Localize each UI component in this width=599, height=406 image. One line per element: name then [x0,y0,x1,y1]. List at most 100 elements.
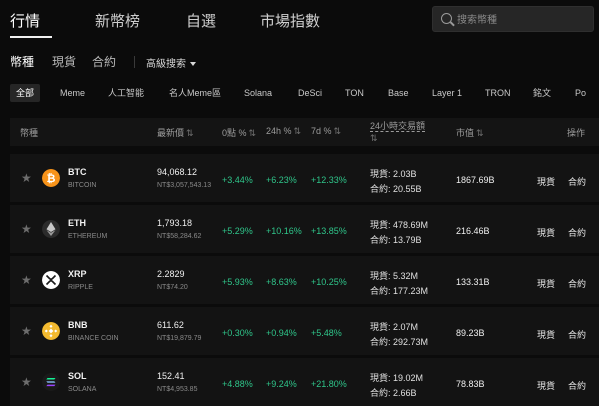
futures-volume-value: 2.66B [393,388,417,398]
coin-symbol: BNB [68,320,88,330]
spot-trade-link[interactable]: 現貨 [537,277,555,290]
spot-volume-prefix: 現貨: [370,271,391,281]
chip-all[interactable]: 全部 [10,84,41,102]
futures-volume-value: 177.23M [393,286,429,296]
futures-trade-link[interactable]: 合約 [568,328,586,341]
tab-watchlist[interactable]: 自選 [186,10,216,31]
header-market-cap[interactable]: 市值 ⇅ [456,126,484,139]
chip-inscriptions[interactable]: 銘文 [533,84,551,102]
solana-icon [42,373,60,391]
active-tab-indicator [10,36,52,38]
spot-volume-value: 2.03B [393,169,417,179]
spot-volume: 現貨: 2.07M [370,320,418,333]
futures-trade-link[interactable]: 合約 [568,277,586,290]
header-price[interactable]: 最新價 ⇅ [157,126,194,139]
spot-volume: 現貨: 5.32M [370,269,418,282]
table-row[interactable]: ★ BNB BINANCE COIN 611.62 NT$19,879.79 +… [10,307,599,355]
futures-volume-value: 20.55B [393,184,422,194]
search-input[interactable] [455,10,591,30]
spot-trade-link[interactable]: 現貨 [537,175,555,188]
header-change-7d[interactable]: 7d % ⇅ [311,126,341,137]
sort-icon: ⇅ [333,126,342,136]
sub-navigation: 幣種 現貨 合約 高級搜索 [0,50,599,74]
chip-celebrity-meme[interactable]: 名人Meme區 [169,84,221,102]
chip-ton[interactable]: TON [345,84,364,102]
chip-more[interactable]: Po [575,84,586,102]
table-row[interactable]: ★ XRP RIPPLE 2.2829 NT$74.20 +5.93% +8.6… [10,256,599,304]
header-volume[interactable]: 24小時交易額 ⇅ [370,120,425,144]
futures-trade-link[interactable]: 合約 [568,226,586,239]
market-cap: 89.23B [456,328,485,338]
tab-new-listings[interactable]: 新幣榜 [95,10,140,31]
futures-trade-link[interactable]: 合約 [568,175,586,188]
spot-volume-value: 478.69M [393,220,429,230]
price: 152.41 [157,371,185,381]
chip-meme[interactable]: Meme [60,84,85,102]
xrp-icon [42,271,60,289]
market-cap: 133.31B [456,277,490,287]
star-icon[interactable]: ★ [21,222,32,236]
futures-volume-prefix: 合約: [370,337,391,347]
spot-volume-value: 2.07M [393,322,419,332]
change-0: +5.29% [222,226,253,236]
search-box[interactable] [432,6,594,32]
spot-volume-prefix: 現貨: [370,322,391,332]
change-0: +3.44% [222,175,253,185]
change-7d: +12.33% [311,175,347,185]
chip-base[interactable]: Base [388,84,409,102]
star-icon[interactable]: ★ [21,375,32,389]
header-change-0[interactable]: 0點 % ⇅ [222,126,256,139]
table-row[interactable]: ★ SOL SOLANA 152.41 NT$4,953.85 +4.88% +… [10,358,599,406]
spot-volume: 現貨: 2.03B [370,167,417,180]
chip-tron[interactable]: TRON [485,84,511,102]
tab-market-index[interactable]: 市場指數 [260,10,320,31]
header-change-7d-label: 7d % [311,126,332,136]
advanced-search-button[interactable]: 高級搜索 [146,55,196,70]
tab-market[interactable]: 行情 [10,10,40,31]
price: 611.62 [157,320,184,330]
spot-trade-link[interactable]: 現貨 [537,379,555,392]
price: 2.2829 [157,269,185,279]
price-ntd: NT$4,953.85 [157,386,198,393]
sort-icon: ⇅ [293,126,302,136]
star-icon[interactable]: ★ [21,171,32,185]
top-navigation: 行情 新幣榜 自選 市場指數 [0,0,599,40]
spot-volume: 現貨: 19.02M [370,371,423,384]
spot-trade-link[interactable]: 現貨 [537,328,555,341]
star-icon[interactable]: ★ [21,273,32,287]
chip-solana[interactable]: Solana [244,84,272,102]
change-24h: +9.24% [266,379,297,389]
spot-trade-link[interactable]: 現貨 [537,226,555,239]
table-row[interactable]: ★ ETH ETHEREUM 1,793.18 NT$58,284.62 +5.… [10,205,599,253]
price: 94,068.12 [157,167,198,177]
spot-volume-prefix: 現貨: [370,220,391,230]
header-coin: 幣種 [20,128,39,138]
coin-symbol: SOL [68,371,87,381]
price-ntd: NT$58,284.62 [157,233,202,240]
futures-trade-link[interactable]: 合約 [568,379,586,392]
coin-name: ETHEREUM [68,233,108,240]
change-0: +4.88% [222,379,253,389]
futures-volume: 合約: 177.23M [370,284,428,297]
chip-layer1[interactable]: Layer 1 [432,84,462,102]
futures-volume-prefix: 合約: [370,235,391,245]
change-7d: +10.25% [311,277,347,287]
market-cap: 1867.69B [456,175,495,185]
table-header: 幣種 最新價 ⇅ 0點 % ⇅ 24h % ⇅ 7d % ⇅ 24小時交易額 ⇅ 市值 ⇅ … [10,118,599,146]
table-row[interactable]: ★ ₿ BTC BITCOIN 94,068.12 NT$3,057,543.1… [10,154,599,202]
futures-volume: 合約: 13.79B [370,233,422,246]
subtab-coins[interactable]: 幣種 [10,53,34,70]
price: 1,793.18 [157,218,193,228]
spot-volume: 現貨: 478.69M [370,218,428,231]
divider [134,56,135,68]
subtab-futures[interactable]: 合約 [92,53,116,70]
coin-name: SOLANA [68,386,97,393]
subtab-spot[interactable]: 現貨 [52,53,76,70]
chip-ai[interactable]: 人工智能 [108,84,144,102]
spot-volume-value: 5.32M [393,271,419,281]
ethereum-icon [42,220,60,238]
search-icon [441,13,452,24]
header-change-24h[interactable]: 24h % ⇅ [266,126,301,137]
star-icon[interactable]: ★ [21,324,32,338]
chip-desci[interactable]: DeSci [298,84,322,102]
